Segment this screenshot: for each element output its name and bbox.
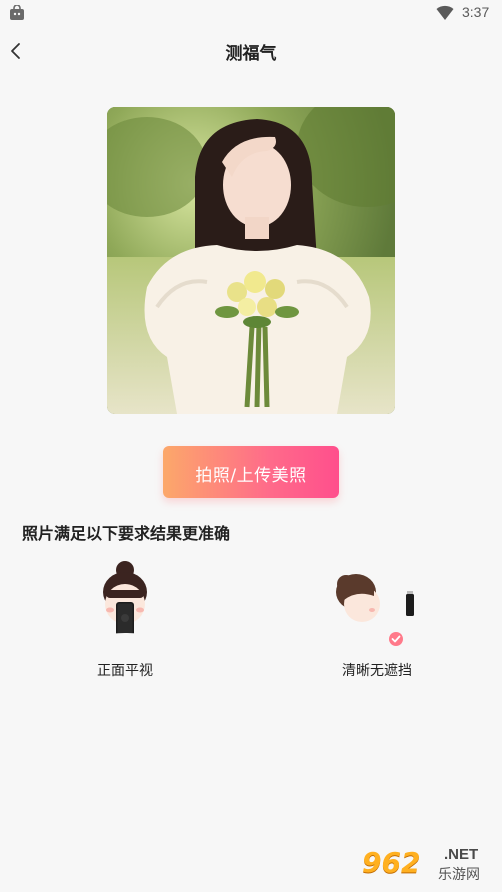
watermark-sub: 乐游网 [438, 867, 480, 883]
check-badge-icon [389, 632, 403, 646]
requirement-clear-unobstructed: 清晰无遮挡 [312, 560, 442, 680]
front-facing-illustration [98, 561, 152, 650]
sample-portrait-image [107, 107, 395, 414]
photo-preview[interactable] [107, 107, 395, 414]
app-store-icon [10, 5, 24, 20]
site-watermark: 962 .NET 乐游网 [362, 840, 500, 888]
requirement-front-facing: 正面平视 [60, 560, 190, 680]
requirement-label-front-facing: 正面平视 [97, 663, 153, 679]
wifi-icon [436, 5, 454, 20]
status-time: 3:37 [462, 4, 490, 20]
requirement-label-clear-unobstructed: 清晰无遮挡 [342, 663, 412, 679]
upload-photo-button[interactable]: 拍照/上传美照 [163, 446, 339, 498]
watermark-net: .NET [444, 846, 479, 863]
upload-photo-label: 拍照/上传美照 [195, 466, 307, 486]
status-bar: 3:37 [0, 0, 502, 26]
clear-face-illustration [336, 574, 414, 646]
requirements-heading: 照片满足以下要求结果更准确 [22, 524, 231, 543]
nav-bar: 测福气 [0, 28, 502, 74]
watermark-logo: 962 [362, 846, 421, 879]
page-title: 测福气 [225, 44, 277, 64]
